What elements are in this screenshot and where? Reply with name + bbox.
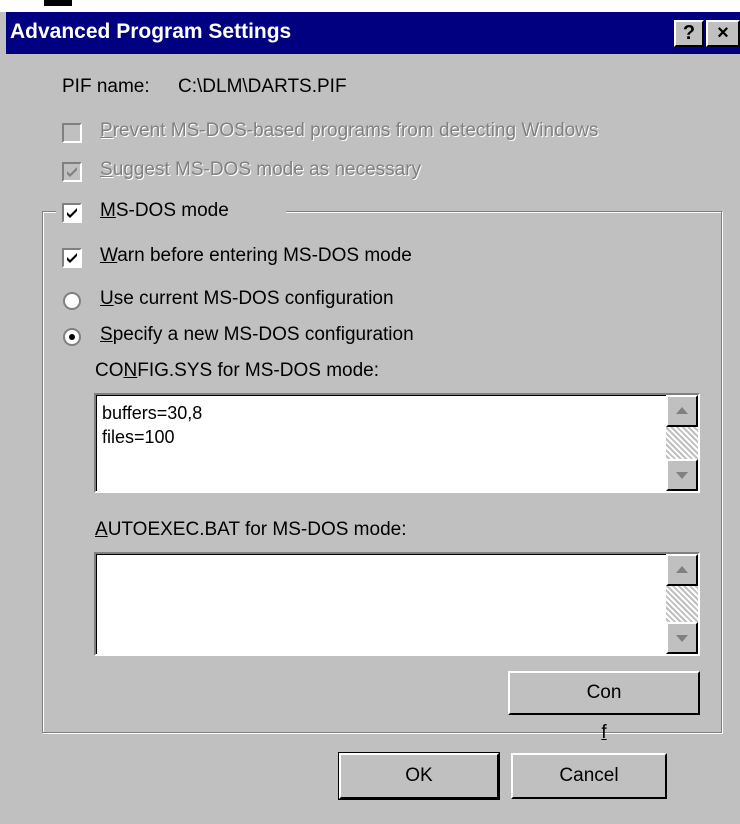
- cancel-button[interactable]: Cancel: [511, 753, 667, 799]
- suggest-mode-checkbox[interactable]: [62, 162, 82, 182]
- autoexec-textarea[interactable]: [94, 552, 700, 656]
- background-fragment: [44, 0, 72, 6]
- arrow-down-icon: [676, 635, 688, 642]
- use-current-label: Use current MS-DOS configuration: [100, 288, 394, 309]
- warn-checkbox[interactable]: [62, 248, 82, 268]
- specify-new-label: Specify a new MS-DOS configuration: [100, 324, 414, 345]
- specify-new-radio[interactable]: [63, 328, 81, 346]
- prevent-detect-label: Prevent MS-DOS-based programs from detec…: [100, 120, 599, 141]
- msdos-mode-label: MS-DOS mode: [100, 200, 229, 221]
- scroll-down-button[interactable]: [666, 459, 698, 491]
- checkmark-icon: [67, 167, 77, 177]
- window-title: Advanced Program Settings: [10, 20, 292, 43]
- config-sys-label: CONFIG.SYS for MS-DOS mode:: [95, 360, 380, 381]
- scroll-up-button[interactable]: [666, 395, 698, 427]
- prevent-detect-checkbox[interactable]: [62, 123, 82, 143]
- pif-name-value: C:\DLM\DARTS.PIF: [178, 76, 347, 97]
- pif-name-label: PIF name:: [62, 76, 150, 97]
- config-line: files=100: [102, 427, 175, 447]
- help-button[interactable]: ?: [674, 20, 704, 47]
- config-sys-textarea[interactable]: buffers=30,8 files=100: [94, 393, 700, 493]
- background-window-edge: [0, 0, 740, 12]
- configuration-button[interactable]: Configuration...: [508, 671, 700, 783]
- arrow-up-icon: [676, 566, 688, 573]
- ok-button-label: OK: [405, 765, 433, 786]
- title-bar[interactable]: Advanced Program Settings ? ×: [6, 12, 740, 54]
- config-line: buffers=30,8: [102, 403, 203, 423]
- msdos-mode-checkbox[interactable]: [62, 203, 82, 223]
- autoexec-scrollbar[interactable]: [666, 554, 698, 654]
- autoexec-label: AUTOEXEC.BAT for MS-DOS mode:: [95, 519, 407, 540]
- warn-label: Warn before entering MS-DOS mode: [100, 245, 412, 266]
- scroll-up-button[interactable]: [666, 554, 698, 586]
- cancel-button-label: Cancel: [559, 765, 619, 786]
- checkmark-icon: [67, 208, 77, 218]
- close-button[interactable]: ×: [706, 20, 740, 47]
- suggest-mode-label: Suggest MS-DOS mode as necessary: [100, 159, 422, 180]
- arrow-up-icon: [676, 407, 688, 414]
- ok-button[interactable]: OK: [338, 752, 500, 800]
- scroll-down-button[interactable]: [666, 622, 698, 654]
- config-scrollbar[interactable]: [666, 395, 698, 491]
- arrow-down-icon: [676, 472, 688, 479]
- checkmark-icon: [67, 253, 77, 263]
- use-current-radio[interactable]: [63, 292, 81, 310]
- radio-selected-dot: [69, 334, 75, 340]
